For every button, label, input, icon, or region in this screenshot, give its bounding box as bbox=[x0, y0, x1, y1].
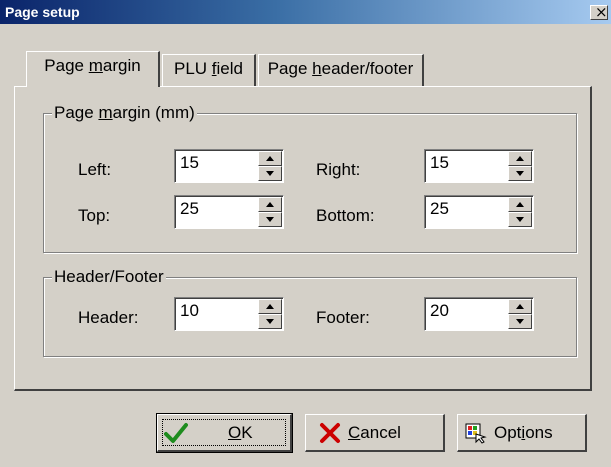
header-footer-group: Header/Footer Header: 10 Footer: 20 bbox=[43, 267, 577, 357]
ok-button[interactable]: OK bbox=[156, 413, 293, 453]
footer-stepper[interactable]: 20 bbox=[424, 297, 534, 331]
left-label: Left: bbox=[78, 160, 112, 179]
close-icon: × bbox=[595, 3, 608, 21]
spin-down-icon[interactable] bbox=[508, 314, 532, 329]
tab-plu-field[interactable]: PLU field bbox=[162, 54, 256, 86]
top-margin-stepper[interactable]: 25 bbox=[174, 195, 284, 229]
spin-up-icon[interactable] bbox=[508, 151, 532, 166]
spin-up-icon[interactable] bbox=[508, 197, 532, 212]
header-value: 10 bbox=[180, 301, 199, 320]
bottom-label: Bottom: bbox=[316, 206, 375, 225]
bottom-margin-stepper[interactable]: 25 bbox=[424, 195, 534, 229]
tab-panel: Page margin (mm) Left: 15 Right: 15 Top:… bbox=[14, 86, 592, 391]
spin-down-icon[interactable] bbox=[258, 314, 282, 329]
options-icon bbox=[465, 423, 487, 444]
header-label: Header: bbox=[78, 308, 139, 327]
spin-up-icon[interactable] bbox=[258, 299, 282, 314]
x-icon bbox=[320, 423, 340, 443]
spin-down-icon[interactable] bbox=[258, 166, 282, 181]
spin-down-icon[interactable] bbox=[258, 212, 282, 227]
left-margin-stepper[interactable]: 15 bbox=[174, 149, 284, 183]
page-margin-group: Page margin (mm) Left: 15 Right: 15 Top:… bbox=[43, 103, 577, 253]
options-label: Options bbox=[494, 423, 553, 442]
options-button[interactable]: Options bbox=[457, 414, 587, 452]
footer-value: 20 bbox=[430, 301, 449, 320]
page-margin-legend: Page margin (mm) bbox=[52, 103, 197, 123]
bottom-margin-value: 25 bbox=[430, 199, 449, 218]
cancel-label: Cancel bbox=[348, 423, 401, 442]
spin-up-icon[interactable] bbox=[258, 151, 282, 166]
right-margin-value: 15 bbox=[430, 153, 449, 172]
spin-down-icon[interactable] bbox=[508, 212, 532, 227]
spin-up-icon[interactable] bbox=[258, 197, 282, 212]
right-margin-stepper[interactable]: 15 bbox=[424, 149, 534, 183]
right-label: Right: bbox=[316, 160, 361, 179]
window-title: Page setup bbox=[5, 4, 80, 20]
spin-down-icon[interactable] bbox=[508, 166, 532, 181]
checkmark-icon bbox=[164, 423, 188, 443]
footer-label: Footer: bbox=[316, 308, 370, 327]
tab-page-margin[interactable]: Page margin bbox=[26, 51, 160, 87]
cancel-button[interactable]: Cancel bbox=[305, 414, 445, 452]
top-label: Top: bbox=[78, 206, 111, 225]
tab-page-header-footer[interactable]: Page header/footer bbox=[258, 54, 424, 86]
close-button[interactable]: × bbox=[590, 3, 608, 21]
left-margin-value: 15 bbox=[180, 153, 199, 172]
header-stepper[interactable]: 10 bbox=[174, 297, 284, 331]
title-bar: Page setup × bbox=[0, 0, 611, 24]
header-footer-legend: Header/Footer bbox=[52, 267, 166, 287]
page-setup-dialog: Page setup × Page margin PLU field Page … bbox=[0, 0, 611, 467]
top-margin-value: 25 bbox=[180, 199, 199, 218]
spin-up-icon[interactable] bbox=[508, 299, 532, 314]
ok-label: OK bbox=[228, 423, 253, 442]
